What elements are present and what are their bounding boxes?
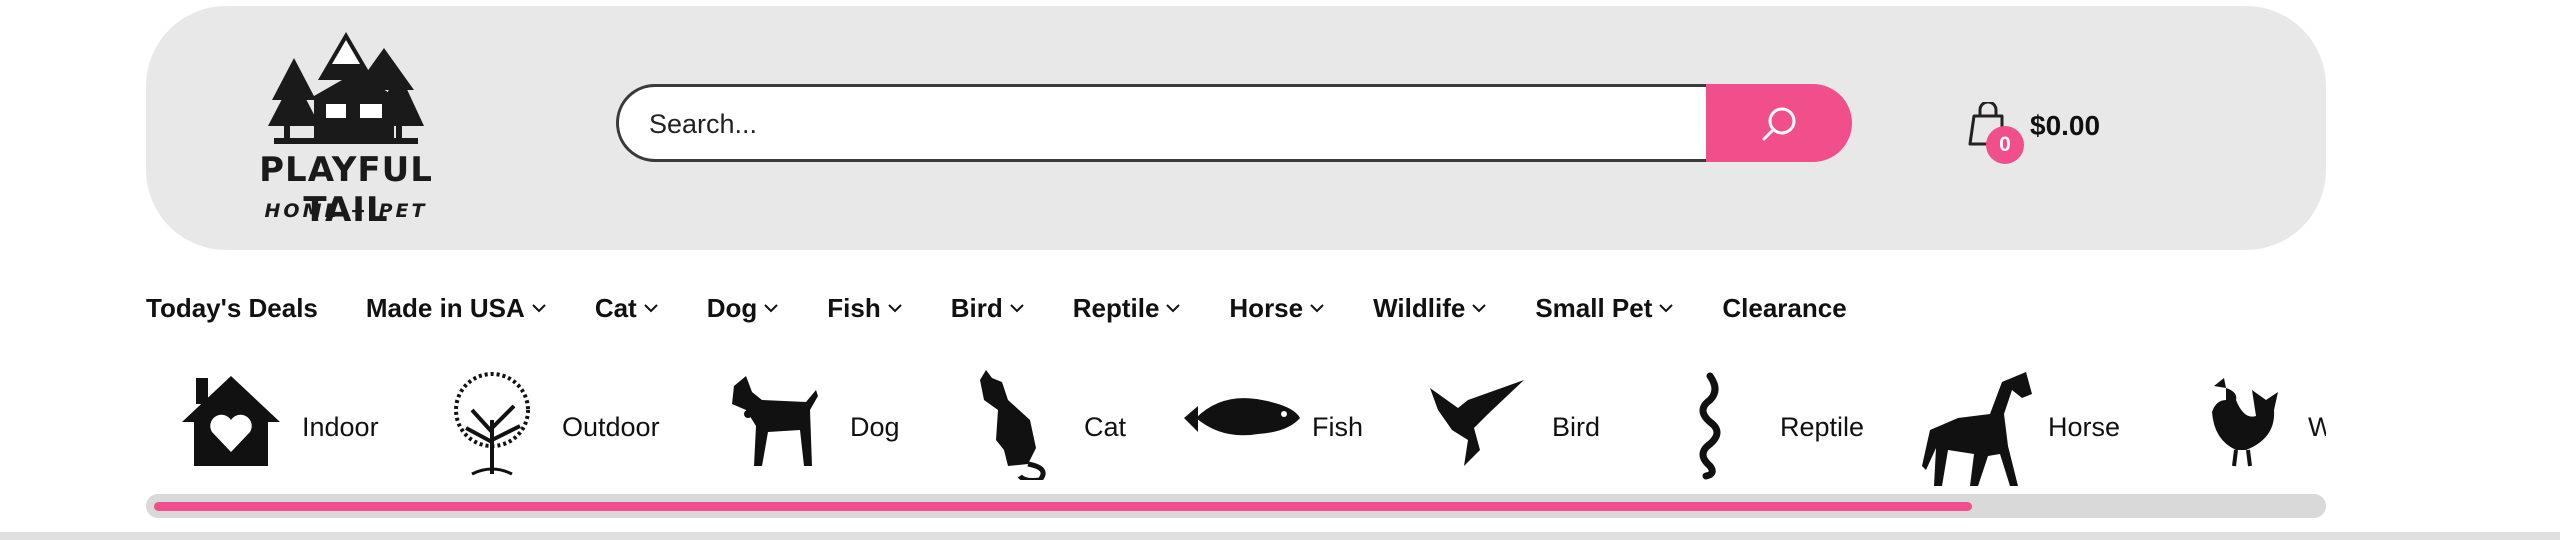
cart-count-badge: 0 (1986, 126, 2024, 164)
chicken-icon (2212, 378, 2278, 467)
snake-icon (1699, 372, 1721, 480)
chevron-down-icon (1166, 304, 1181, 313)
search-button[interactable] (1706, 84, 1852, 162)
category-fish[interactable]: Fish (1182, 362, 1382, 492)
category-reptile[interactable]: Reptile (1680, 362, 1910, 492)
category-carousel: Indoor Outdoor Dog Cat Fish Bird Reptile… (146, 362, 2326, 492)
chevron-down-icon (888, 304, 902, 313)
main-nav: Today's Deals Made in USA Cat Dog Fish B… (146, 288, 1895, 328)
nav-item-todays-deals[interactable]: Today's Deals (146, 293, 318, 324)
search-bar (616, 84, 1746, 162)
nav-item-wildlife[interactable]: Wildlife (1373, 293, 1487, 324)
category-dog[interactable]: Dog (726, 362, 926, 492)
category-label: Cat (1084, 412, 1127, 442)
nav-item-small-pet[interactable]: Small Pet (1535, 293, 1674, 324)
divider (0, 532, 2560, 540)
cart-button[interactable]: 0 $0.00 (1968, 94, 2128, 174)
category-label: Indoor (302, 412, 379, 442)
chevron-down-icon (764, 304, 778, 313)
category-label: Bird (1552, 412, 1601, 442)
brand-tagline: HOME + PET (264, 200, 428, 222)
chevron-down-icon (532, 304, 546, 313)
category-bird[interactable]: Bird (1428, 362, 1648, 492)
search-icon (1762, 107, 1796, 141)
category-label: Dog (850, 412, 900, 442)
tree-icon (454, 372, 530, 476)
nav-item-reptile[interactable]: Reptile (1073, 293, 1182, 324)
dog-icon (732, 376, 818, 466)
logo[interactable]: PLAYFUL TAIL HOME + PET (216, 30, 476, 230)
chevron-down-icon (1472, 304, 1487, 313)
chevron-down-icon (1659, 304, 1674, 313)
nav-item-horse[interactable]: Horse (1229, 293, 1325, 324)
nav-item-dog[interactable]: Dog (707, 293, 780, 324)
category-horse[interactable]: Horse (1918, 362, 2158, 492)
chevron-down-icon (644, 304, 658, 313)
horse-icon (1922, 372, 2032, 486)
category-label: Horse (2048, 412, 2121, 442)
nav-item-bird[interactable]: Bird (951, 293, 1025, 324)
nav-item-made-in-usa[interactable]: Made in USA (366, 293, 547, 324)
nav-item-fish[interactable]: Fish (827, 293, 902, 324)
category-outdoor[interactable]: Outdoor (442, 362, 692, 492)
cat-icon (980, 370, 1046, 480)
category-label: W (2308, 412, 2326, 442)
category-wildlife[interactable]: W (2196, 362, 2326, 492)
carousel-scrollbar[interactable] (146, 494, 2326, 518)
house-heart-icon (182, 376, 280, 466)
cabin-logo-icon (268, 32, 424, 144)
scrollbar-thumb[interactable] (154, 502, 1972, 511)
cart-total: $0.00 (2030, 110, 2101, 141)
category-indoor[interactable]: Indoor (176, 362, 416, 492)
category-label: Fish (1312, 412, 1364, 442)
fish-icon (1184, 398, 1300, 436)
nav-item-cat[interactable]: Cat (595, 293, 659, 324)
chevron-down-icon (1010, 304, 1024, 313)
category-label: Outdoor (562, 412, 660, 442)
category-cat[interactable]: Cat (974, 362, 1174, 492)
nav-item-clearance[interactable]: Clearance (1722, 293, 1846, 324)
bird-icon (1430, 380, 1524, 466)
chevron-down-icon (1310, 304, 1324, 313)
search-input[interactable] (647, 87, 1651, 159)
category-label: Reptile (1780, 412, 1865, 442)
